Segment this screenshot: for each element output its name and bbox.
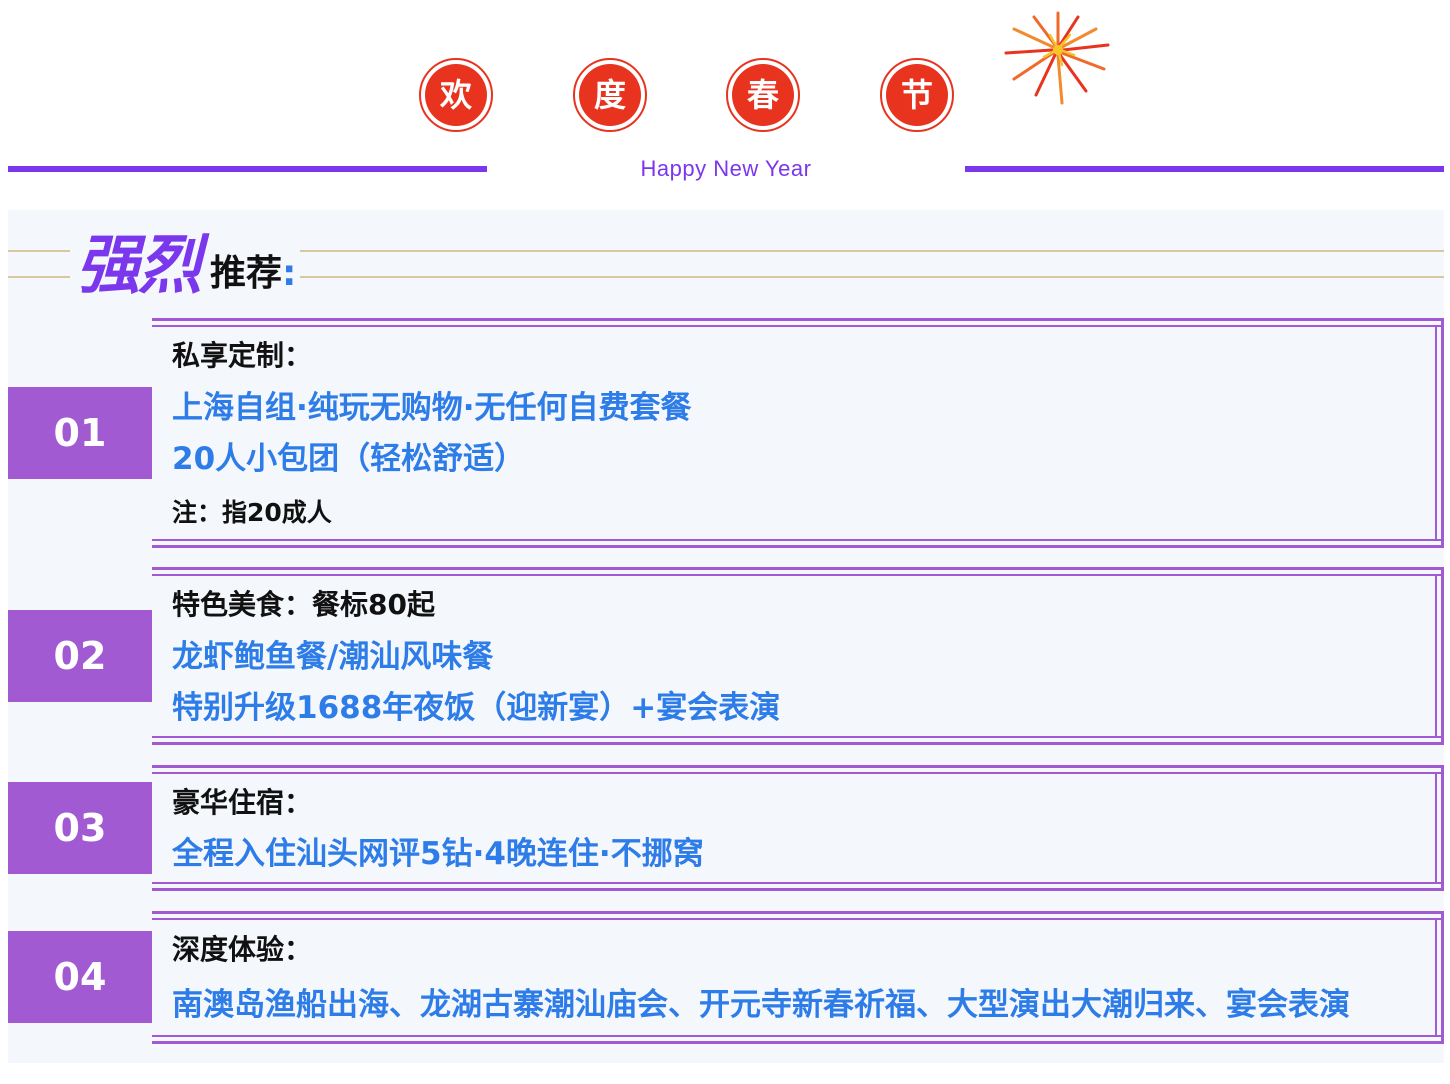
section-title-01: 私享定制： [172,339,313,372]
section-box-02: 特色美食：餐标80起 龙虾鲍鱼餐/潮汕风味餐 特别升级1688年夜饭（迎新宴）+… [152,567,1444,745]
section-number-03: 03 [8,782,152,874]
char-4: 节 [886,64,948,126]
section-box-01: 私享定制： 上海自组·纯玩无购物·无任何自费套餐 20人小包团（轻松舒适） 注：… [152,318,1444,548]
header-subtitle: Happy New Year [640,156,812,181]
char-1: 欢 [425,64,487,126]
header-line-right [965,166,1444,172]
char-circle-2: 度 [573,58,647,132]
char-circle-3: 春 [726,58,800,132]
section-number-01: 01 [8,387,152,479]
recommend-heading-colon: : [282,253,297,294]
firework-icon [1004,11,1110,105]
section-line-02-1: 龙虾鲍鱼餐/潮汕风味餐 [172,639,494,675]
recommend-heading-big: 强烈 [76,229,202,303]
section-line-04-1: 南澳岛渔船出海、龙湖古寨潮汕庙会、开元寺新春祈福、大型演出大潮归来、宴会表演 [172,987,1350,1023]
char-circle-4: 节 [880,58,954,132]
char-3: 春 [732,64,794,126]
section-title-03: 豪华住宿： [172,786,313,819]
header-line-left [8,166,487,172]
recommend-heading: 强烈 推荐 : [70,226,301,303]
section-line-03-1: 全程入住汕头网评5钻·4晚连住·不挪窝 [172,836,704,872]
section-title-04: 深度体验： [172,933,313,966]
section-line-02-2: 特别升级1688年夜饭（迎新宴）+宴会表演 [172,690,781,726]
recommend-heading-small: 推荐 [210,253,283,294]
section-number-04: 04 [8,931,152,1023]
section-number-02: 02 [8,610,152,702]
page: 欢 度 春 节 Happy New Year 强烈 推荐: 01 私享定制： … [0,0,1450,1084]
section-box-03: 豪华住宿： 全程入住汕头网评5钻·4晚连住·不挪窝 [152,765,1444,891]
section-line-01-2: 20人小包团（轻松舒适） [172,441,526,477]
section-box-04: 深度体验： 南澳岛渔船出海、龙湖古寨潮汕庙会、开元寺新春祈福、大型演出大潮归来、… [152,911,1444,1044]
char-2: 度 [579,64,641,126]
section-note-01: 注：指20成人 [172,498,332,527]
char-circle-1: 欢 [419,58,493,132]
section-title-02: 特色美食：餐标80起 [172,588,435,621]
section-line-01-1: 上海自组·纯玩无购物·无任何自费套餐 [172,390,692,426]
